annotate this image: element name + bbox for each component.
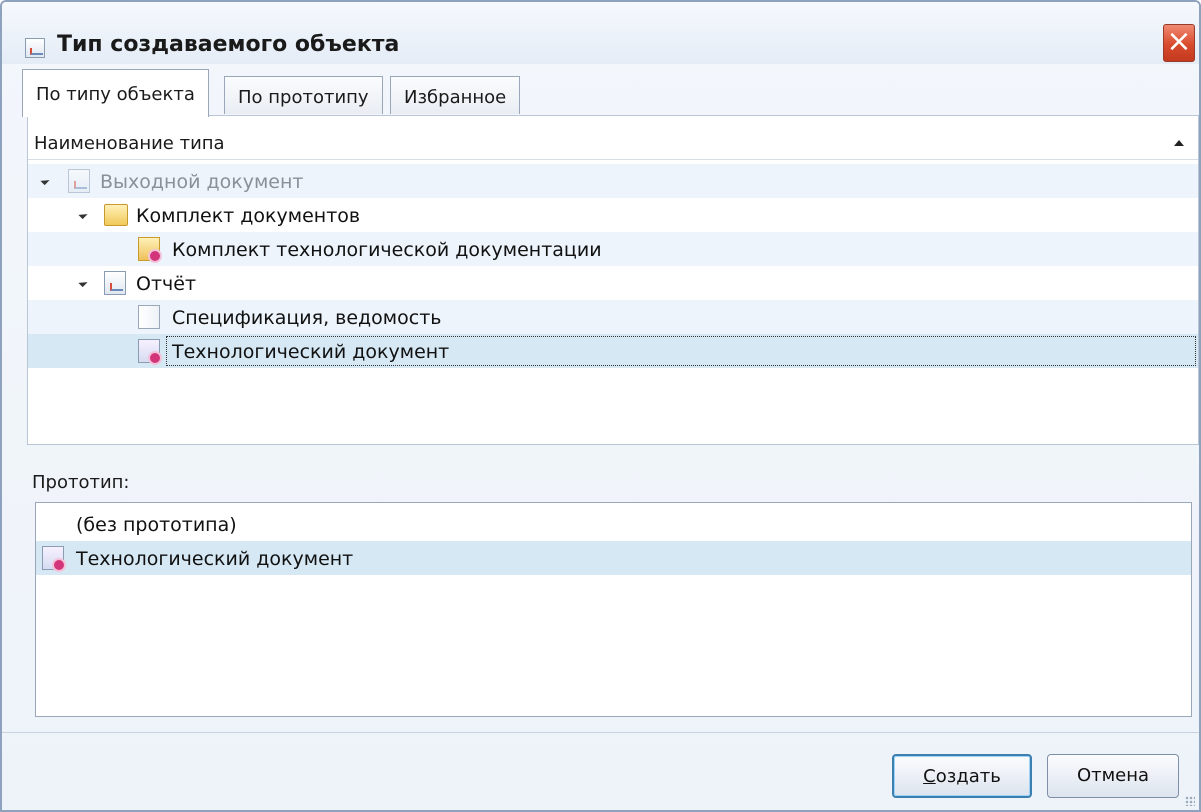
document-kit-icon	[138, 237, 162, 263]
prototype-item-label: Технологический документ	[76, 548, 354, 570]
tree-node-label: Комплект документов	[136, 205, 361, 227]
prototype-label: Прототип:	[32, 472, 130, 493]
tab-label: По прототипу	[238, 87, 369, 108]
type-tree-panel[interactable]: Наименование типа Выходной документ Комп…	[27, 115, 1199, 445]
sort-ascending-icon[interactable]	[1174, 140, 1184, 146]
tree-row-tech-doc-kit[interactable]: Комплект технологической документации	[28, 232, 1198, 266]
tree-node-label: Спецификация, ведомость	[172, 307, 442, 329]
tree-node-label: Комплект технологической документации	[172, 239, 602, 261]
window-title: Тип создаваемого объекта	[57, 32, 400, 57]
tab-by-prototype[interactable]: По прототипу	[224, 76, 383, 114]
collapse-icon[interactable]	[40, 175, 50, 186]
report-icon	[104, 271, 126, 295]
output-document-icon	[68, 169, 90, 193]
tree-row-tech-document[interactable]: Технологический документ	[28, 334, 1198, 368]
tech-document-icon	[42, 546, 66, 572]
tech-document-icon	[138, 339, 162, 365]
prototype-list[interactable]: (без прототипа) Технологический документ	[35, 502, 1192, 717]
prototype-item-tech-document[interactable]: Технологический документ	[36, 541, 1191, 575]
tree-node-label: Технологический документ	[172, 341, 450, 363]
resize-grip-icon[interactable]	[1185, 796, 1195, 806]
create-label: оздать	[935, 766, 1001, 787]
tab-label: Избранное	[404, 87, 507, 108]
close-icon: ×	[1166, 24, 1192, 59]
tree-row-report[interactable]: Отчёт	[28, 266, 1198, 300]
tab-label: По типу объекта	[36, 84, 195, 105]
tree-row-specification[interactable]: Спецификация, ведомость	[28, 300, 1198, 334]
close-button[interactable]: ×	[1163, 24, 1195, 62]
tab-favorites[interactable]: Избранное	[390, 76, 521, 114]
collapse-icon[interactable]	[78, 277, 88, 288]
prototype-item-none[interactable]: (без прототипа)	[36, 507, 1191, 541]
cancel-button[interactable]: Отмена	[1047, 754, 1179, 798]
folder-icon	[104, 204, 128, 226]
collapse-icon[interactable]	[78, 209, 88, 220]
tree-row-output-document[interactable]: Выходной документ	[28, 164, 1198, 198]
document-type-icon	[25, 38, 45, 58]
dialog-window: Тип создаваемого объекта × По типу объек…	[0, 0, 1201, 812]
page-icon	[138, 305, 160, 329]
tab-by-object-type[interactable]: По типу объекта	[22, 69, 209, 117]
prototype-item-label: (без прототипа)	[76, 514, 237, 536]
cancel-label: Отмена	[1076, 765, 1150, 786]
tree-node-label: Отчёт	[136, 273, 197, 295]
tab-strip: По типу объекта По прототипу Избранное	[2, 64, 1199, 117]
tree-row-document-set[interactable]: Комплект документов	[28, 198, 1198, 232]
footer-divider	[2, 732, 1199, 733]
title-bar[interactable]: Тип создаваемого объекта ×	[2, 2, 1199, 64]
create-hotkey: С	[923, 766, 936, 787]
create-button[interactable]: Создать	[892, 754, 1032, 798]
column-header[interactable]: Наименование типа	[28, 116, 1198, 160]
column-header-label: Наименование типа	[34, 133, 225, 154]
tree-node-label: Выходной документ	[100, 171, 304, 193]
